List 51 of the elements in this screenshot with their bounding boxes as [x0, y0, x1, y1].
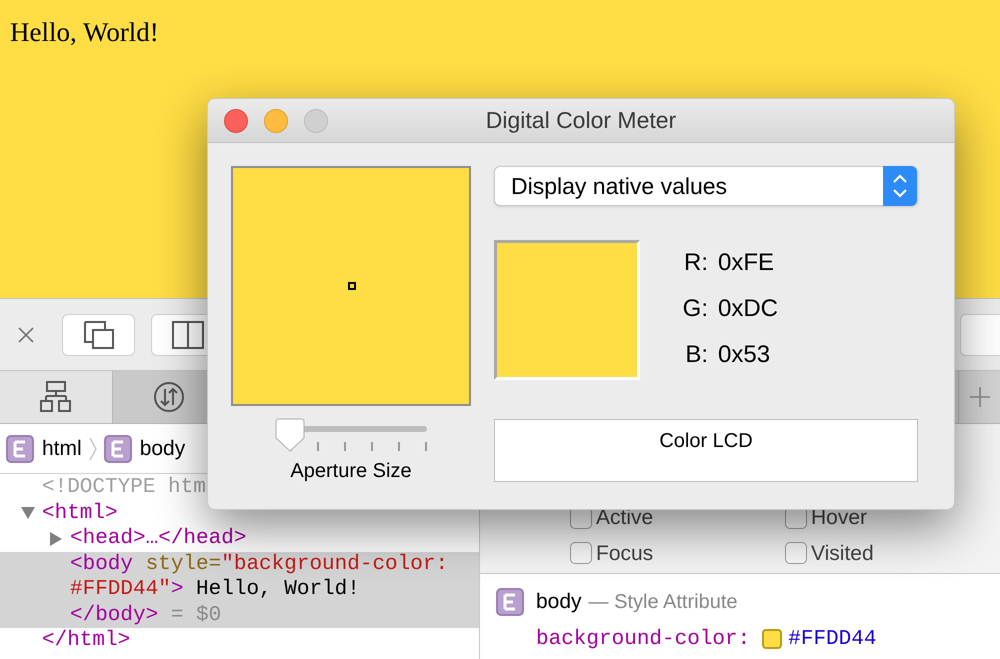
color-swatch[interactable] — [762, 629, 782, 650]
aperture-marker — [348, 282, 356, 290]
split-pane-icon — [172, 320, 204, 348]
aperture-slider[interactable] — [275, 418, 427, 454]
tab[interactable] — [0, 371, 113, 423]
windows-icon — [82, 320, 114, 350]
checkbox-label: Active — [596, 505, 654, 531]
dock-button[interactable] — [62, 314, 135, 356]
page-text: Hello, World! — [10, 16, 159, 49]
mode-popup[interactable]: Display native values — [494, 166, 918, 206]
hierarchy-icon — [40, 381, 72, 413]
chevron-icon — [88, 436, 98, 462]
arrows-circle-icon — [153, 381, 185, 413]
display-name: Color LCD — [659, 429, 753, 454]
code-line[interactable]: <head>…</head> — [70, 526, 246, 552]
rule-origin: — Style Attribute — [588, 590, 738, 615]
checkbox-label: Visited — [811, 540, 874, 566]
checkbox[interactable] — [570, 542, 592, 564]
checkbox-label: Hover — [811, 505, 868, 531]
aperture-label: Aperture Size — [290, 459, 412, 484]
channel-value: 0xFE — [718, 248, 774, 277]
channel-label: R: — [683, 248, 708, 277]
checkbox[interactable] — [785, 542, 807, 564]
selector: body — [536, 589, 582, 615]
disclosure-triangle-icon[interactable] — [49, 530, 63, 546]
slider-thumb[interactable] — [275, 418, 305, 452]
disclosure-triangle-icon[interactable] — [20, 506, 36, 520]
element-badge-icon — [6, 434, 34, 462]
chevrons-icon — [892, 173, 908, 199]
breadcrumb-item[interactable]: body — [140, 432, 186, 464]
close-button[interactable] — [224, 109, 248, 133]
code-line[interactable]: <html> — [42, 500, 118, 526]
code-line[interactable]: <body style="background-color: — [70, 552, 448, 577]
channel-label: B: — [684, 340, 708, 369]
close-icon[interactable] — [16, 324, 36, 344]
property-value[interactable]: #FFDD44 — [788, 624, 876, 655]
element-badge-icon — [104, 434, 132, 462]
window-title: Digital Color Meter — [486, 106, 676, 136]
channel-value: 0xDC — [718, 294, 778, 323]
toolbar-button[interactable] — [960, 314, 1000, 356]
plus-icon[interactable] — [968, 386, 990, 408]
channel-label: G: — [682, 294, 708, 323]
code-line: </html> — [42, 628, 130, 654]
code-line[interactable]: #FFDD44"> Hello, World! — [70, 577, 360, 602]
code-line[interactable]: </body> = $0 — [70, 602, 222, 628]
breadcrumb-item[interactable]: html — [42, 432, 82, 464]
element-badge-icon — [496, 588, 524, 616]
code-line: <!DOCTYPE htm — [42, 475, 206, 500]
channel-value: 0x53 — [718, 340, 770, 369]
checkbox-label: Focus — [596, 540, 654, 566]
property-name: background-color: — [536, 626, 750, 652]
